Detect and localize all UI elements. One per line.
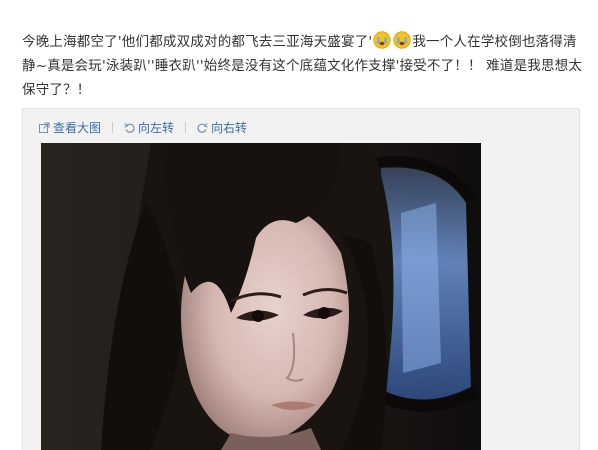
toolbar-divider xyxy=(185,121,187,133)
post-photo[interactable] xyxy=(41,143,481,450)
weibo-post: 今晚上海都空了'他们都成双成对的都飞去三亚海天盛宴了' 我一个人在学校倒也落得清静… xyxy=(0,0,598,450)
rotate-left-icon xyxy=(124,122,135,133)
post-text: 今晚上海都空了'他们都成双成对的都飞去三亚海天盛宴了' 我一个人在学校倒也落得清静… xyxy=(22,30,590,102)
view-large-label: 查看大图 xyxy=(53,120,102,135)
rotate-right-button[interactable]: 向右转 xyxy=(197,119,247,136)
toolbar-divider xyxy=(112,121,114,133)
rotate-right-label: 向右转 xyxy=(211,120,248,135)
rotate-right-icon xyxy=(197,122,208,133)
post-text-part1: 今晚上海都空了'他们都成双成对的都飞去三亚海天盛宴了' xyxy=(22,34,373,50)
media-box: 查看大图 向左转 向右转 xyxy=(22,108,580,450)
rotate-left-button[interactable]: 向左转 xyxy=(124,119,174,136)
crying-face-icon xyxy=(393,31,411,49)
external-link-icon xyxy=(39,122,50,133)
rotate-left-label: 向左转 xyxy=(138,120,175,135)
crying-face-icon xyxy=(373,31,391,49)
view-large-button[interactable]: 查看大图 xyxy=(39,119,101,136)
image-toolbar: 查看大图 向左转 向右转 xyxy=(39,118,247,136)
